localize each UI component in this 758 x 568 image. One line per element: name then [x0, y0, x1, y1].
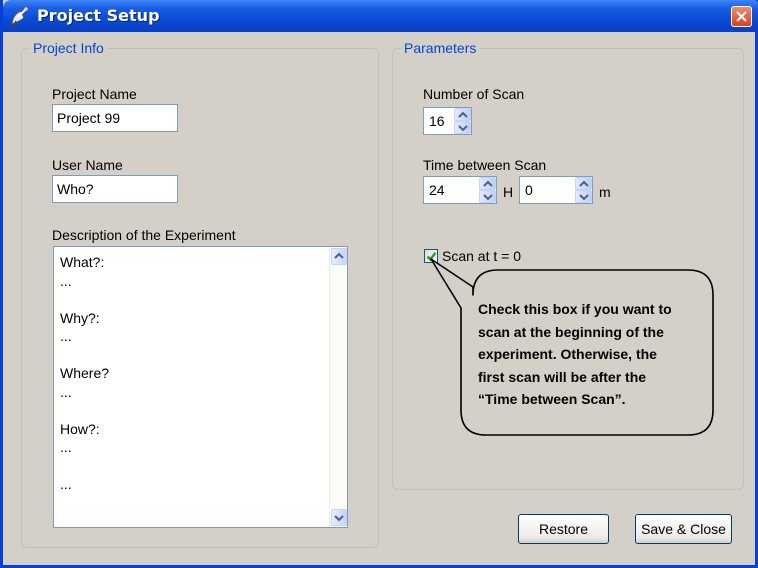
project-setup-window: Project Setup Project Info Parameters Pr…: [0, 0, 758, 568]
restore-button[interactable]: Restore: [518, 514, 609, 544]
save-close-button-label: Save & Close: [641, 521, 726, 537]
save-close-button[interactable]: Save & Close: [635, 514, 732, 544]
callout-bubble: [430, 258, 714, 436]
restore-button-label: Restore: [538, 521, 589, 537]
callout-text: Check this box if you want to scan at th…: [478, 301, 672, 407]
